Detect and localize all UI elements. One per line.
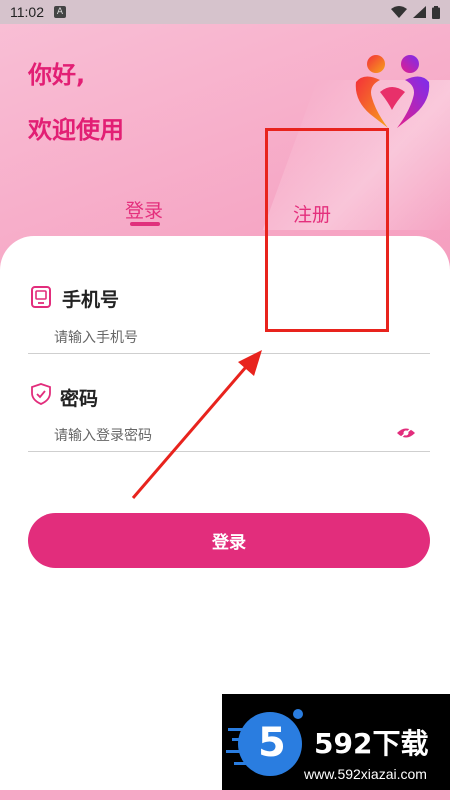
phone-field-label: 手机号: [62, 289, 120, 311]
phone-icon: [31, 286, 51, 308]
greeting-line-1: 你好,: [28, 61, 86, 89]
login-button[interactable]: 登录: [28, 513, 430, 568]
status-bar: 11:02 A: [0, 0, 450, 24]
active-tab-indicator: [130, 222, 160, 226]
annotation-highlight-box: [265, 128, 389, 332]
bottom-strip: [0, 790, 450, 800]
watermark: 5 592下载 www.592xiazai.com: [222, 694, 450, 790]
eye-hidden-icon[interactable]: [396, 426, 416, 440]
status-time: 11:02: [10, 4, 44, 20]
app-logo: [355, 55, 430, 128]
wifi-icon: [391, 6, 407, 18]
status-icons: [391, 5, 440, 19]
watermark-url: www.592xiazai.com: [304, 766, 427, 782]
tab-login[interactable]: 登录: [125, 196, 163, 223]
battery-icon: [432, 5, 440, 19]
greeting-line-2: 欢迎使用: [28, 116, 124, 144]
shield-icon: [31, 383, 51, 405]
watermark-number: 5: [258, 720, 286, 766]
password-field-label: 密码: [60, 388, 99, 410]
password-input[interactable]: [28, 420, 430, 452]
notification-badge: A: [54, 6, 66, 18]
signal-icon: [413, 6, 426, 18]
watermark-brand: 592下载: [314, 727, 429, 760]
